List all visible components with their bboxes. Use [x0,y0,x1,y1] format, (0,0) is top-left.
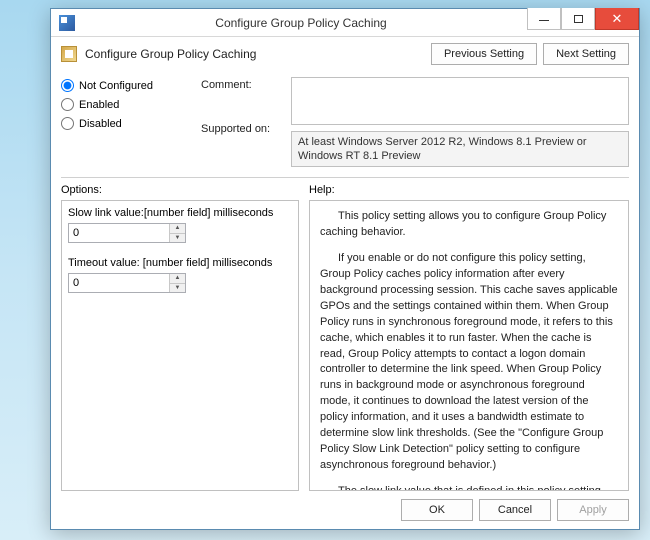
slow-link-label: Slow link value:[number field] milliseco… [68,207,292,219]
apply-button[interactable]: Apply [557,499,629,521]
policy-title: Configure Group Policy Caching [85,47,423,61]
supported-on-label: Supported on: [201,123,281,135]
client-area: Configure Group Policy Caching Previous … [51,37,639,529]
ok-button[interactable]: OK [401,499,473,521]
timeout-up-button[interactable]: ▲ [170,274,185,284]
timeout-down-button[interactable]: ▼ [170,284,185,293]
help-paragraph: This policy setting allows you to config… [320,209,618,241]
help-panel[interactable]: This policy setting allows you to config… [309,200,629,491]
radio-enabled-label: Enabled [79,99,119,111]
titlebar[interactable]: Configure Group Policy Caching ✕ [51,9,639,37]
cancel-button[interactable]: Cancel [479,499,551,521]
comment-label: Comment: [201,79,281,91]
radio-enabled-input[interactable] [61,98,74,111]
timeout-input[interactable] [69,274,169,292]
slow-link-spinner[interactable]: ▲ ▼ [68,223,186,243]
radio-not-configured[interactable]: Not Configured [61,79,191,92]
slow-link-input[interactable] [69,224,169,242]
app-icon [59,15,75,31]
window-title: Configure Group Policy Caching [75,16,527,30]
radio-enabled[interactable]: Enabled [61,98,191,111]
timeout-spinner[interactable]: ▲ ▼ [68,273,186,293]
options-section-label: Options: [61,184,299,196]
options-panel: Slow link value:[number field] milliseco… [61,200,299,491]
next-setting-button[interactable]: Next Setting [543,43,629,65]
minimize-button[interactable] [527,8,561,30]
timeout-label: Timeout value: [number field] millisecon… [68,257,292,269]
close-button[interactable]: ✕ [595,8,639,30]
policy-icon [61,46,77,62]
slow-link-down-button[interactable]: ▼ [170,234,185,243]
radio-disabled[interactable]: Disabled [61,117,191,130]
supported-on-box: At least Windows Server 2012 R2, Windows… [291,131,629,167]
help-section-label: Help: [309,184,629,196]
radio-not-configured-label: Not Configured [79,80,153,92]
previous-setting-button[interactable]: Previous Setting [431,43,537,65]
dialog-window: Configure Group Policy Caching ✕ Configu… [50,8,640,530]
slow-link-up-button[interactable]: ▲ [170,224,185,234]
radio-not-configured-input[interactable] [61,79,74,92]
maximize-button[interactable] [561,8,595,30]
help-paragraph: The slow link value that is defined in t… [320,484,618,491]
radio-disabled-label: Disabled [79,118,122,130]
comment-textarea[interactable] [291,77,629,125]
radio-disabled-input[interactable] [61,117,74,130]
help-paragraph: If you enable or do not configure this p… [320,251,618,474]
divider [61,177,629,178]
